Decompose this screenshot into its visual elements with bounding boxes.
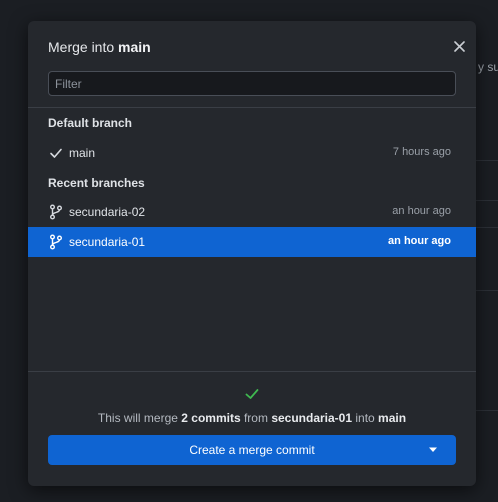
branch-time: an hour ago [388,235,451,247]
branch-row-secundaria-01[interactable]: secundaria-01 an hour ago [28,227,476,257]
branch-row-main[interactable]: main 7 hours ago [28,138,476,168]
summary-source-branch: secundaria-01 [271,411,353,425]
merge-dialog: Merge into main Default branch main 7 ho… [28,21,476,486]
summary-target-branch: main [378,411,407,425]
merge-button-label: Create a merge commit [189,443,315,457]
branch-time: an hour ago [392,205,451,217]
git-branch-icon [48,234,64,250]
check-icon [244,386,260,402]
merge-summary: This will merge 2 commits from secundari… [28,411,476,425]
caret-down-icon[interactable] [428,446,438,454]
close-icon [453,40,465,52]
dialog-header: Merge into main [28,21,476,107]
summary-text: into [352,411,379,425]
create-merge-commit-button[interactable]: Create a merge commit [48,435,456,465]
summary-text: This will merge [97,411,182,425]
branch-name: secundaria-02 [69,205,146,219]
branch-time: 7 hours ago [392,146,451,158]
branch-name: main [69,146,96,160]
title-prefix: Merge into [48,39,119,55]
merge-footer: This will merge 2 commits from secundari… [28,372,476,486]
recent-branches-header: Recent branches [48,176,145,190]
header-divider [28,107,476,108]
default-branch-header: Default branch [48,116,133,130]
dialog-title: Merge into main [48,39,151,55]
check-icon [48,145,64,161]
summary-text: from [240,411,272,425]
git-branch-icon [48,204,64,220]
background-dividers [476,120,498,480]
title-branch: main [118,39,151,55]
background-text: y su [478,60,498,74]
branch-name: secundaria-01 [69,235,146,249]
filter-input[interactable] [48,71,456,96]
close-button[interactable] [450,37,468,55]
summary-commit-count: 2 commits [181,411,241,425]
branch-row-secundaria-02[interactable]: secundaria-02 an hour ago [28,197,476,227]
